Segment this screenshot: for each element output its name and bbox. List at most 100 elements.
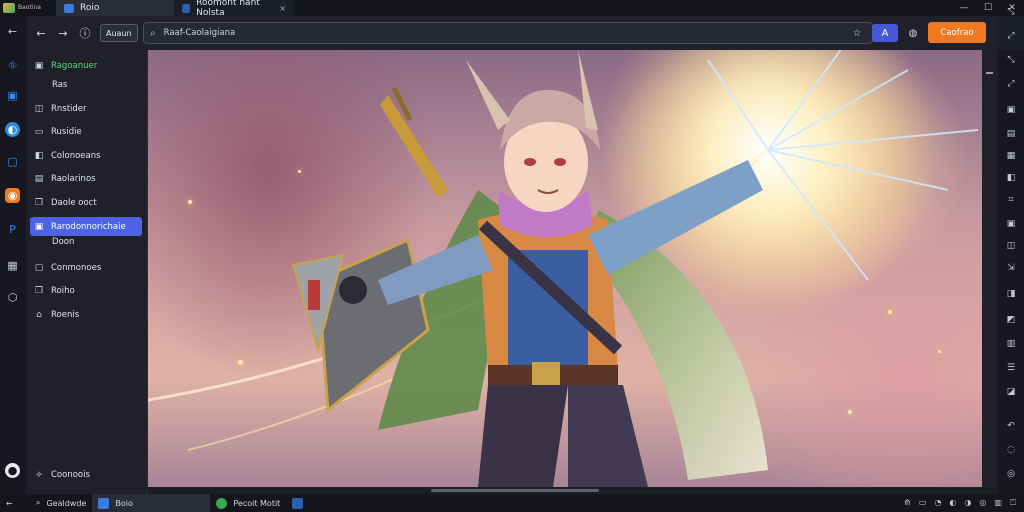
address-bar[interactable]: ⌕ Raaf-Caolaigiana (143, 22, 873, 44)
adjust-tool-icon[interactable]: ◫ (1005, 240, 1017, 252)
image-tool-icon[interactable]: ▣ (1005, 218, 1017, 230)
expand-icon[interactable]: ⤢ (1005, 30, 1017, 42)
tab-label: Roio (80, 3, 100, 13)
back-arrow-icon[interactable]: ← (5, 24, 20, 39)
messenger-icon[interactable]: ◐ (5, 122, 20, 137)
sidebar-item-label: Colonoeans (51, 150, 101, 161)
sidebar-item-label: Roenis (51, 309, 80, 320)
sidebar-item-daole-ooct[interactable]: ❐ Daole ooct (30, 193, 142, 212)
translate-icon[interactable]: A (872, 24, 898, 42)
sidebar-item-ragoanuer[interactable]: ▣ Ragoanuer (30, 56, 142, 75)
image-icon: ▣ (34, 221, 44, 232)
taskbar-item-pecoit[interactable]: Pecoit Motit (210, 494, 286, 512)
address-text: Raaf-Caolaigiana (163, 28, 236, 38)
green-app-icon (216, 497, 228, 509)
frame-icon[interactable]: ▢ (5, 154, 20, 169)
minimize-button[interactable]: — (952, 0, 976, 16)
sidebar-item-label: Rarodonnorichaie (51, 221, 126, 232)
sidebar-item-label: Conmonoes (51, 262, 102, 273)
app-logo[interactable]: Baotina (0, 0, 56, 16)
sidebar-item-roenis[interactable]: ⌂ Roenis (30, 305, 142, 324)
search-icon: ⌕ (150, 27, 156, 39)
stack-icon: ❐ (34, 285, 44, 296)
home-icon: ⌂ (36, 309, 42, 320)
export-tool-icon[interactable]: ⇲ (1005, 262, 1017, 274)
sidebar-item-roiho[interactable]: ❐ Roiho (30, 281, 142, 300)
taskbar-back-icon[interactable]: ← (0, 494, 30, 512)
close-tab-icon[interactable]: × (279, 4, 286, 13)
tray-icon[interactable]: ◔ (934, 498, 941, 508)
tray-icon[interactable]: ⏍ (1010, 498, 1016, 508)
panel-icon: ◧ (34, 150, 44, 161)
orange-app-icon[interactable]: ◉ (5, 188, 20, 203)
sidebar-item-label: Rusidie (51, 126, 82, 137)
taskbar-item-boio[interactable]: Boio (92, 494, 211, 512)
slider-tool-icon[interactable]: ◨ (1005, 288, 1017, 300)
sidebar-item-label: Coonoois (51, 469, 90, 480)
spark-decoration (938, 350, 941, 353)
maximize-button[interactable]: ☐ (976, 0, 1000, 16)
calendar-icon[interactable]: ▦ (5, 258, 20, 273)
star-icon[interactable]: ☆ (848, 24, 866, 42)
collapse-icon[interactable]: ⤡ (1005, 6, 1017, 18)
browser-app-icon (98, 497, 110, 509)
forward-button[interactable]: → (54, 24, 72, 42)
crop-tool-icon[interactable]: ⌗ (1005, 194, 1017, 206)
spark-decoration (188, 200, 192, 204)
info-icon[interactable]: ⓘ (76, 24, 94, 42)
sidebar-item-conmonoes[interactable]: ▢ Conmonoes (30, 258, 142, 277)
resize-icon[interactable]: ⤡ (1005, 54, 1017, 66)
orange-action-button[interactable]: Caofrao (928, 22, 986, 43)
list-icon: ▤ (34, 173, 44, 184)
history-tool-icon[interactable]: ▥ (1005, 338, 1017, 350)
network-icon[interactable]: ⛗ (5, 58, 20, 73)
sidebar-item-rnstider[interactable]: ◫ Rnstider (30, 99, 142, 118)
back-button[interactable]: ← (32, 24, 50, 42)
sidebar-item-coonoois[interactable]: ⟡ Coonoois (30, 465, 142, 484)
app-logo-icon (3, 3, 15, 13)
tray-icon[interactable]: ⟰ (904, 498, 911, 508)
tray-icon[interactable]: ◎ (979, 498, 986, 508)
sidebar-item-doon[interactable]: Doon (52, 237, 74, 247)
chat-icon[interactable]: ◌ (1005, 444, 1017, 456)
profile-pill-button[interactable]: Auaun (100, 24, 138, 42)
page-tab-icon (182, 3, 191, 13)
title-bar: Baotina Roio Roomont hant Nolsta × — ☐ ✕ (0, 0, 1024, 18)
compare-tool-icon[interactable]: ◩ (1005, 314, 1017, 326)
undo-icon[interactable]: ↶ (1005, 420, 1017, 432)
globe-icon[interactable]: ◎ (1005, 468, 1017, 480)
box-icon: ▣ (34, 60, 44, 71)
scrollbar-thumb[interactable] (431, 489, 599, 492)
tray-icon[interactable]: ◐ (949, 498, 956, 508)
tray-icon[interactable]: ▭ (919, 498, 927, 508)
extension-icon[interactable]: ◍ (904, 24, 922, 42)
taskbar-item-blue[interactable] (286, 494, 309, 512)
list-tool-icon[interactable]: ☰ (1005, 362, 1017, 374)
vertical-scrollbar[interactable] (982, 50, 998, 487)
tab-roio[interactable]: Roio (56, 0, 174, 16)
tray-icon[interactable]: ◑ (964, 498, 971, 508)
horizontal-scrollbar[interactable] (148, 487, 982, 494)
panel-tool-icon[interactable]: ▤ (1005, 128, 1017, 140)
frame-tool-icon[interactable]: ▣ (1005, 104, 1017, 116)
grid-tool-icon[interactable]: ▦ (1005, 150, 1017, 162)
system-tray: ⟰ ▭ ◔ ◐ ◑ ◎ ▥ ⏍ (904, 498, 1024, 508)
sidebar-item-rarodonnorichaie[interactable]: ▣ Rarodonnorichaie (30, 217, 142, 236)
hexagon-icon[interactable]: ⬡ (5, 290, 20, 305)
tray-icon[interactable]: ▥ (994, 498, 1002, 508)
tab-second[interactable]: Roomont hant Nolsta × (174, 0, 294, 18)
mirror-tool-icon[interactable]: ◪ (1005, 386, 1017, 398)
sidebar-item-ras[interactable]: Ras (52, 80, 67, 90)
layer-tool-icon[interactable]: ◧ (1005, 172, 1017, 184)
sidebar-item-rusidie[interactable]: ▭ Rusidie (30, 122, 142, 141)
taskbar-label: Boio (115, 498, 133, 508)
image-viewport[interactable] (148, 50, 982, 487)
sidebar-item-colonoeans[interactable]: ◧ Colonoeans (30, 146, 142, 165)
user-circle-icon[interactable]: ● (5, 463, 20, 478)
taskbar-item-search[interactable]: ⌕ Gealdwde (30, 494, 92, 512)
fit-icon[interactable]: ⤢ (1005, 78, 1017, 90)
window-icon[interactable]: ▣ (5, 88, 20, 103)
blue-app-icon (292, 497, 304, 509)
sidebar-item-raolarinos[interactable]: ▤ Raolarinos (30, 169, 142, 188)
paypal-icon[interactable]: P (5, 222, 20, 237)
